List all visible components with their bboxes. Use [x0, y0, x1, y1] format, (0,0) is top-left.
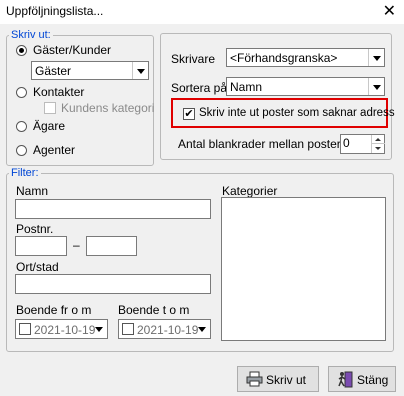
- guest-type-select[interactable]: Gäster: [31, 61, 149, 80]
- radio-gaster-kunder-label: Gäster/Kunder: [33, 43, 112, 57]
- from-date-picker[interactable]: 2021-10-19: [15, 319, 108, 339]
- kategorier-label: Kategorier: [222, 184, 278, 198]
- to-date-checkbox[interactable]: [122, 323, 134, 335]
- blank-rows-spinner[interactable]: 0: [340, 134, 385, 154]
- close-button[interactable]: Stäng: [328, 366, 396, 392]
- radio-gaster-kunder[interactable]: [16, 45, 27, 56]
- close-icon[interactable]: ✕: [383, 1, 396, 21]
- blank-rows-label: Antal blankrader mellan posterna: [178, 137, 355, 151]
- postnr-dash: –: [73, 238, 80, 252]
- printer-value: <Förhandsgranska>: [230, 51, 338, 65]
- sort-value: Namn: [230, 80, 263, 94]
- kundens-kategori-checkbox[interactable]: [44, 102, 56, 114]
- to-date-label: Boende t o m: [118, 303, 190, 317]
- printer-label: Skrivare: [171, 52, 216, 66]
- chevron-down-icon[interactable]: [91, 320, 107, 338]
- close-button-label: Stäng: [357, 373, 389, 387]
- radio-agare-label: Ägare: [33, 119, 66, 133]
- print-target-legend: Skriv ut:: [11, 29, 51, 41]
- ort-label: Ort/stad: [16, 260, 59, 274]
- blank-rows-value: 0: [343, 136, 350, 150]
- chevron-down-icon[interactable]: [368, 49, 384, 66]
- exit-door-icon: [338, 371, 353, 388]
- chevron-down-icon[interactable]: [194, 320, 210, 338]
- printer-select[interactable]: <Förhandsgranska>: [226, 48, 385, 67]
- postnr-to-input[interactable]: [86, 236, 137, 256]
- postnr-label: Postnr.: [16, 222, 54, 236]
- spinner-down-icon[interactable]: [372, 144, 385, 153]
- printer-icon: [246, 371, 263, 387]
- to-date-picker[interactable]: 2021-10-19: [118, 319, 211, 339]
- chevron-down-icon[interactable]: [132, 62, 148, 79]
- filter-legend: Filter:: [11, 167, 39, 179]
- from-date-checkbox[interactable]: [19, 323, 31, 335]
- radio-agenter[interactable]: [16, 145, 27, 156]
- from-date-label: Boende fr o m: [16, 303, 92, 317]
- spinner-up-icon[interactable]: [372, 135, 385, 144]
- chevron-down-icon[interactable]: [368, 78, 384, 95]
- from-date-value: 2021-10-19: [34, 323, 96, 337]
- ort-input[interactable]: [15, 274, 211, 294]
- skip-no-address-checkbox[interactable]: ✔: [183, 108, 195, 120]
- skip-no-address-label: Skriv inte ut poster som saknar adress: [199, 107, 395, 119]
- window-title: Uppföljningslista...: [6, 4, 104, 18]
- radio-agare[interactable]: [16, 121, 27, 132]
- print-button[interactable]: Skriv ut: [237, 366, 319, 392]
- kategorier-listbox[interactable]: [221, 197, 386, 341]
- sort-label: Sortera på: [171, 81, 228, 95]
- radio-kontakter-label: Kontakter: [33, 85, 85, 99]
- postnr-from-input[interactable]: [15, 236, 67, 256]
- radio-kontakter[interactable]: [16, 87, 27, 98]
- radio-agenter-label: Agenter: [33, 143, 76, 157]
- dialog-window: Uppföljningslista... ✕ Skriv ut: Gäster/…: [0, 0, 404, 396]
- sort-select[interactable]: Namn: [226, 77, 385, 96]
- guest-type-value: Gäster: [35, 64, 72, 78]
- to-date-value: 2021-10-19: [137, 323, 199, 337]
- kundens-kategori-label: Kundens kategori: [61, 101, 155, 115]
- print-button-label: Skriv ut: [266, 373, 307, 387]
- title-bar: Uppföljningslista... ✕: [0, 0, 404, 24]
- name-input[interactable]: [15, 199, 211, 219]
- name-label: Namn: [16, 184, 49, 198]
